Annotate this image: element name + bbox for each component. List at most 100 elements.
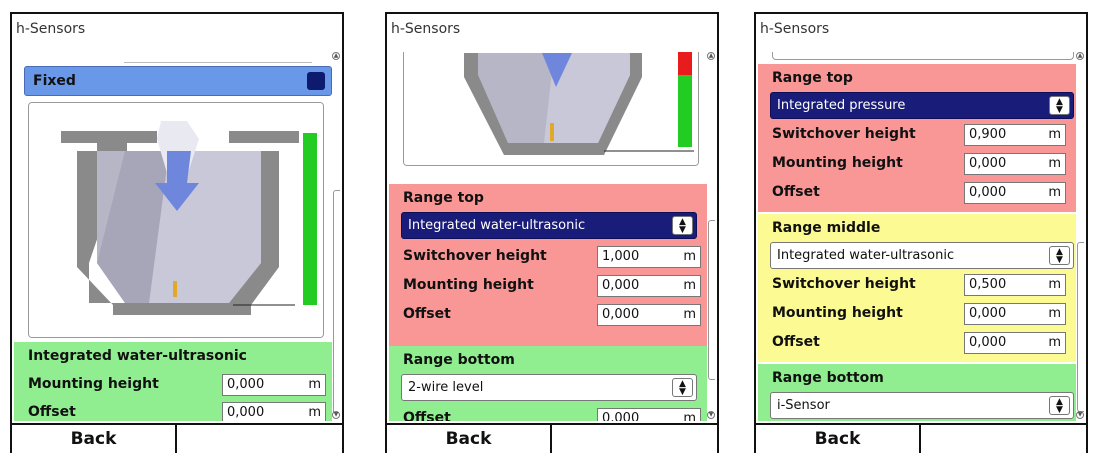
offset-label: Offset — [403, 410, 451, 421]
range-middle-sensor-select[interactable]: Integrated water-ultrasonic ▲ ▼ — [770, 242, 1074, 269]
panel-content: Fixed Integrated water-ultrasonic Mounti… — [14, 52, 332, 421]
softkey-right-button[interactable] — [554, 425, 717, 453]
mounting-height-label: Mounting height — [403, 277, 534, 293]
channel-illustration — [404, 52, 698, 165]
unit-label: m — [1048, 277, 1061, 292]
sensor-panel-three-range: h-Sensors Range top Integrated pressure … — [754, 12, 1088, 453]
mounting-height-value: 0,000 — [969, 156, 1007, 171]
range-bottom-selected: i-Sensor — [777, 398, 830, 413]
offset-label: Offset — [403, 306, 451, 322]
offset-field[interactable]: 0,000 m — [597, 408, 701, 421]
range-middle-section: Range middle Integrated water-ultrasonic… — [758, 214, 1076, 362]
mounting-height-label: Mounting height — [772, 305, 903, 321]
offset-value: 0,000 — [969, 185, 1007, 200]
level-fill-red — [678, 52, 692, 75]
sensor-panel-two-range: h-Sensors Range top Integrated water-ult… — [385, 12, 719, 453]
scrollbar[interactable]: ▲ ▼ — [332, 52, 340, 419]
range-top-title: Range top — [403, 190, 484, 206]
mounting-height-field[interactable]: 0,000 m — [964, 153, 1066, 175]
offset-field[interactable]: 0,000 m — [222, 402, 326, 421]
previous-item-edge — [124, 60, 312, 63]
channel-diagram — [403, 52, 699, 166]
offset-value: 0,000 — [227, 405, 265, 420]
switchover-height-value: 0,500 — [969, 277, 1007, 292]
level-indicator-bar — [303, 133, 317, 305]
level-indicator-bar — [678, 52, 692, 147]
offset-field[interactable]: 0,000 m — [964, 182, 1066, 204]
range-bottom-selected: 2-wire level — [408, 380, 484, 395]
mounting-height-field[interactable]: 0,000 m — [222, 374, 326, 396]
scroll-down-icon[interactable]: ▼ — [332, 411, 340, 419]
up-down-arrows-icon: ▲ ▼ — [672, 378, 693, 397]
mounting-height-field[interactable]: 0,000 m — [597, 275, 701, 297]
scroll-down-icon[interactable]: ▼ — [1076, 411, 1084, 419]
range-bottom-sensor-select[interactable]: 2-wire level ▲ ▼ — [401, 374, 697, 401]
softkey-right-button[interactable] — [923, 425, 1086, 453]
mounting-height-label: Mounting height — [28, 376, 159, 392]
mounting-height-value: 0,000 — [969, 306, 1007, 321]
scroll-up-icon[interactable]: ▲ — [1076, 52, 1084, 60]
scroll-thumb[interactable] — [708, 220, 715, 380]
switchover-height-label: Switchover height — [403, 248, 547, 264]
back-button[interactable]: Back — [12, 425, 177, 453]
section-title: Integrated water-ultrasonic — [28, 348, 247, 364]
switchover-height-field[interactable]: 0,900 m — [964, 124, 1066, 146]
level-fill-green — [303, 133, 317, 305]
switchover-height-value: 1,000 — [602, 249, 640, 264]
unit-label: m — [683, 278, 696, 293]
unit-label: m — [1048, 335, 1061, 350]
range-top-section: Range top Integrated pressure ▲ ▼ Switcho… — [758, 64, 1076, 212]
unit-label: m — [683, 249, 696, 264]
unit-label: m — [1048, 127, 1061, 142]
back-button[interactable]: Back — [756, 425, 921, 453]
offset-value: 0,000 — [602, 411, 640, 421]
footer-bar: Back — [387, 423, 717, 453]
unit-label: m — [308, 377, 321, 392]
fixed-label: Fixed — [33, 73, 76, 89]
mounting-height-value: 0,000 — [602, 278, 640, 293]
scrollbar[interactable]: ▲ ▼ — [1076, 52, 1084, 419]
up-down-arrows-icon: ▲ ▼ — [672, 216, 693, 235]
range-top-sensor-select[interactable]: Integrated water-ultrasonic ▲ ▼ — [401, 212, 697, 239]
offset-value: 0,000 — [969, 335, 1007, 350]
fixed-mode-selector[interactable]: Fixed — [24, 66, 332, 96]
range-bottom-title: Range bottom — [772, 370, 884, 386]
level-fill-green — [678, 75, 692, 147]
scroll-thumb[interactable] — [1077, 242, 1084, 412]
range-bottom-section: Range bottom i-Sensor ▲ ▼ — [758, 364, 1076, 421]
mounting-height-field[interactable]: 0,000 m — [964, 303, 1066, 325]
up-down-arrows-icon: ▲ ▼ — [1049, 96, 1070, 115]
softkey-right-button[interactable] — [179, 425, 342, 453]
fixed-color-swatch — [307, 72, 325, 90]
switchover-height-label: Switchover height — [772, 126, 916, 142]
range-bottom-title: Range bottom — [403, 352, 515, 368]
offset-field[interactable]: 0,000 m — [964, 332, 1066, 354]
range-middle-selected: Integrated water-ultrasonic — [777, 248, 955, 263]
scroll-up-icon[interactable]: ▲ — [332, 52, 340, 60]
scroll-up-icon[interactable]: ▲ — [707, 52, 715, 60]
unit-label: m — [1048, 156, 1061, 171]
window-title: h-Sensors — [756, 14, 1086, 44]
offset-value: 0,000 — [602, 307, 640, 322]
switchover-height-field[interactable]: 0,500 m — [964, 274, 1066, 296]
scroll-thumb[interactable] — [333, 190, 340, 416]
channel-diagram — [28, 102, 324, 338]
offset-field[interactable]: 0,000 m — [597, 304, 701, 326]
mounting-height-value: 0,000 — [227, 377, 265, 392]
window-title: h-Sensors — [387, 14, 717, 44]
mounting-height-label: Mounting height — [772, 155, 903, 171]
back-button[interactable]: Back — [387, 425, 552, 453]
up-down-arrows-icon: ▲ ▼ — [1049, 246, 1070, 265]
switchover-height-field[interactable]: 1,000 m — [597, 246, 701, 268]
scroll-down-icon[interactable]: ▼ — [707, 411, 715, 419]
range-bottom-section: Range bottom 2-wire level ▲ ▼ Offset 0,00… — [389, 346, 707, 421]
footer-bar: Back — [12, 423, 342, 453]
scrollbar[interactable]: ▲ ▼ — [707, 52, 715, 419]
unit-label: m — [1048, 185, 1061, 200]
switchover-height-value: 0,900 — [969, 127, 1007, 142]
range-bottom-sensor-select[interactable]: i-Sensor ▲ ▼ — [770, 392, 1074, 419]
window-title: h-Sensors — [12, 14, 342, 44]
channel-illustration — [29, 103, 323, 337]
unit-label: m — [683, 307, 696, 322]
range-top-sensor-select[interactable]: Integrated pressure ▲ ▼ — [770, 92, 1074, 119]
